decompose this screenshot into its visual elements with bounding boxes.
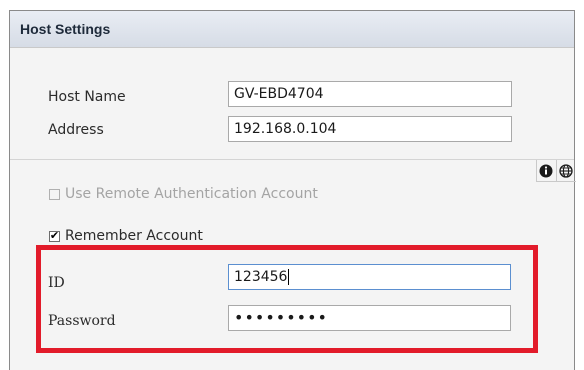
icon-toolbar bbox=[536, 160, 576, 182]
remote-auth-label: Use Remote Authentication Account bbox=[65, 186, 318, 202]
info-icon bbox=[539, 164, 553, 177]
remember-account-row[interactable]: ✔ Remember Account bbox=[49, 228, 203, 244]
globe-icon bbox=[559, 163, 573, 178]
info-button[interactable] bbox=[537, 160, 557, 181]
section-divider bbox=[10, 159, 574, 160]
address-field[interactable]: 192.168.0.104 bbox=[228, 116, 512, 142]
address-label: Address bbox=[48, 122, 104, 138]
language-button[interactable] bbox=[557, 160, 576, 181]
host-name-label: Host Name bbox=[48, 89, 126, 105]
highlight-box bbox=[36, 245, 538, 353]
remember-account-label: Remember Account bbox=[65, 228, 203, 244]
host-name-field[interactable]: GV-EBD4704 bbox=[228, 81, 512, 107]
remote-auth-row[interactable]: Use Remote Authentication Account bbox=[49, 186, 318, 202]
panel-title: Host Settings bbox=[10, 11, 574, 48]
remember-account-checkbox[interactable]: ✔ bbox=[49, 230, 60, 242]
remote-auth-checkbox[interactable] bbox=[49, 188, 60, 200]
